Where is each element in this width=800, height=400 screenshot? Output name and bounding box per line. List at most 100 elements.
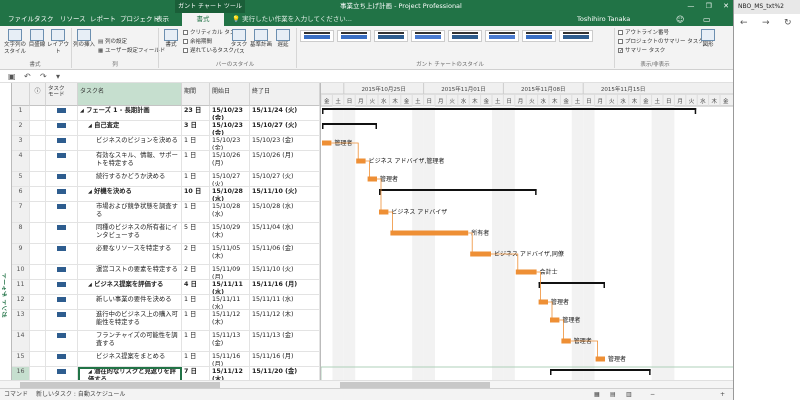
undo-icon[interactable]: ↶ bbox=[24, 70, 31, 83]
start-cell[interactable]: 15/11/09 (月) bbox=[210, 265, 250, 279]
gantt-view-icon[interactable]: ▦ bbox=[594, 389, 600, 400]
table-row[interactable]: 10 運営コストの要素を特定する 2 日 15/11/09 (月) 15/11/10 (… bbox=[12, 265, 320, 280]
duration-cell[interactable]: 1 日 bbox=[182, 352, 210, 366]
outline-number-checkbox[interactable]: アウトライン番号 bbox=[618, 29, 669, 37]
table-row[interactable]: 13 進行中のビジネス上の購入可能性を特定する 1 日 15/11/12 (木) 15/… bbox=[12, 310, 320, 331]
finish-cell[interactable]: 15/10/27 (火) bbox=[250, 121, 320, 135]
gantt-style-swatch[interactable] bbox=[448, 30, 482, 42]
finish-cell[interactable]: 15/11/06 (金) bbox=[250, 244, 320, 264]
finish-cell[interactable]: 15/11/10 (火) bbox=[250, 187, 320, 201]
layout-button[interactable]: レイアウト bbox=[46, 29, 70, 56]
insert-column-button[interactable]: 列の挿入 bbox=[73, 29, 95, 49]
table-row[interactable]: 11 ◢ ビジネス提案を評価する 4 日 15/11/11 (水) 15/11/16 (… bbox=[12, 280, 320, 295]
finish-cell[interactable]: 15/11/16 (月) bbox=[250, 352, 320, 366]
table-row[interactable]: 9 必要なリソースを特定する 2 日 15/11/05 (木) 15/11/06 (金) bbox=[12, 244, 320, 265]
late-tasks-checkbox[interactable]: 遅れているタスク bbox=[183, 47, 234, 55]
task-name-cell[interactable]: 新しい事業の要件を決める bbox=[78, 295, 182, 309]
start-cell[interactable]: 15/11/16 (月) bbox=[210, 352, 250, 366]
gantt-style-swatch[interactable] bbox=[559, 30, 593, 42]
start-cell[interactable]: 15/11/05 (木) bbox=[210, 244, 250, 264]
table-row[interactable]: 3 ビジネスのビジョンを決める 1 日 15/10/23 (金) 15/10/23 (金… bbox=[12, 136, 320, 151]
duration-cell[interactable]: 1 日 bbox=[182, 331, 210, 351]
ribbon-options-icon[interactable]: ▭ bbox=[703, 13, 711, 26]
custom-fields-button[interactable]: ▦ ユーザー設定フィールド bbox=[98, 47, 165, 55]
start-cell[interactable]: 15/11/11 (水) bbox=[210, 295, 250, 309]
finish-cell[interactable]: 15/10/28 (水) bbox=[250, 202, 320, 222]
task-name-cell[interactable]: ◢ フェーズ 1 - 長期計画 bbox=[78, 106, 182, 120]
back-icon[interactable]: ← bbox=[740, 18, 748, 28]
finish-cell[interactable]: 15/11/04 (水) bbox=[250, 223, 320, 243]
finish-cell[interactable]: 15/11/13 (金) bbox=[250, 331, 320, 351]
redo-icon[interactable]: ↷ bbox=[40, 70, 47, 83]
task-name-cell[interactable]: 有効なスキル、情報、サポートを特定する bbox=[78, 151, 182, 171]
tell-me-box[interactable]: 💡 実行したい作業を入力してください... bbox=[232, 14, 352, 25]
task-mode-cell[interactable] bbox=[46, 202, 78, 222]
task-mode-cell[interactable] bbox=[46, 172, 78, 186]
slack-check[interactable] bbox=[183, 39, 188, 44]
browser-tab[interactable]: NBO_MS_txt%2 bbox=[734, 0, 800, 14]
task-mode-cell[interactable] bbox=[46, 367, 78, 380]
start-cell[interactable]: 15/11/13 (金) bbox=[210, 331, 250, 351]
task-name-cell[interactable]: 必要なリソースを特定する bbox=[78, 244, 182, 264]
start-cell[interactable]: 15/10/26 (月) bbox=[210, 151, 250, 171]
duration-cell[interactable]: 3 日 bbox=[182, 121, 210, 135]
finish-cell[interactable]: 15/11/16 (月) bbox=[250, 280, 320, 294]
duration-cell[interactable]: 1 日 bbox=[182, 202, 210, 222]
finish-cell[interactable]: 15/11/11 (水) bbox=[250, 295, 320, 309]
baseline-button[interactable]: 基準計画 bbox=[249, 29, 273, 49]
task-mode-cell[interactable] bbox=[46, 265, 78, 279]
duration-cell[interactable]: 23 日 bbox=[182, 106, 210, 120]
row-number[interactable]: 6 bbox=[12, 187, 30, 201]
finish-cell[interactable]: 15/11/12 (木) bbox=[250, 310, 320, 330]
task-name-cell[interactable]: 市場および競争状態を調査する bbox=[78, 202, 182, 222]
task-name-cell[interactable]: ◢ 潜在的なリスクと見返りを評価する bbox=[78, 367, 182, 380]
duration-cell[interactable]: 1 日 bbox=[182, 295, 210, 309]
gantt-style-swatch[interactable] bbox=[374, 30, 408, 42]
table-row[interactable]: 7 市場および競争状態を調査する 1 日 15/10/28 (水) 15/10/28 (… bbox=[12, 202, 320, 223]
task-name-cell[interactable]: 続行するかどうか決める bbox=[78, 172, 182, 186]
task-name-cell[interactable]: フランチャイズの可能性を調査する bbox=[78, 331, 182, 351]
row-number[interactable]: 16 bbox=[12, 367, 30, 380]
task-mode-cell[interactable] bbox=[46, 331, 78, 351]
duration-cell[interactable]: 2 日 bbox=[182, 265, 210, 279]
row-number[interactable]: 15 bbox=[12, 352, 30, 366]
gantt-tools-tab[interactable]: ガント チャート ツール bbox=[175, 0, 245, 13]
task-name-cell[interactable]: ビジネス提案をまとめる bbox=[78, 352, 182, 366]
task-name-cell[interactable]: 運営コストの要素を特定する bbox=[78, 265, 182, 279]
start-cell[interactable]: 15/10/27 (火) bbox=[210, 172, 250, 186]
header-finish[interactable]: 終了日 bbox=[250, 83, 320, 106]
task-mode-cell[interactable] bbox=[46, 187, 78, 201]
tab-resource[interactable]: リソース bbox=[56, 13, 90, 26]
row-number[interactable]: 12 bbox=[12, 295, 30, 309]
row-number[interactable]: 14 bbox=[12, 331, 30, 351]
table-row[interactable]: 5 続行するかどうか決める 1 日 15/10/27 (火) 15/10/27 (火) bbox=[12, 172, 320, 187]
row-number[interactable]: 1 bbox=[12, 106, 30, 120]
gantt-style-swatch[interactable] bbox=[337, 30, 371, 42]
collapse-icon[interactable]: ◢ bbox=[88, 369, 92, 375]
row-number[interactable]: 11 bbox=[12, 280, 30, 294]
user-name[interactable]: Toshihiro Tanaka bbox=[577, 13, 630, 26]
task-mode-cell[interactable] bbox=[46, 106, 78, 120]
critical-tasks-check[interactable] bbox=[183, 30, 188, 35]
gantt-style-gallery[interactable] bbox=[300, 28, 605, 58]
gantt-chart[interactable]: 金土日月火水木金土日月火水木金土日月火水木金土日月火水木金土日月火水木金 2015… bbox=[320, 83, 733, 380]
task-mode-cell[interactable] bbox=[46, 310, 78, 330]
duration-cell[interactable]: 1 日 bbox=[182, 310, 210, 330]
task-mode-cell[interactable] bbox=[46, 136, 78, 150]
finish-cell[interactable]: 15/10/27 (火) bbox=[250, 172, 320, 186]
table-row[interactable]: 12 新しい事業の要件を決める 1 日 15/11/11 (水) 15/11/11 (水… bbox=[12, 295, 320, 310]
table-row[interactable]: 6 ◢ 好機を決める 10 日 15/10/28 (水) 15/11/10 (火) bbox=[12, 187, 320, 202]
header-start[interactable]: 開始日 bbox=[210, 83, 250, 106]
start-cell[interactable]: 15/11/12 (木) bbox=[210, 310, 250, 330]
finish-cell[interactable]: 15/11/20 (金) bbox=[250, 367, 320, 380]
project-summary-checkbox[interactable]: プロジェクトのサマリー タスク bbox=[618, 38, 704, 46]
row-number[interactable]: 2 bbox=[12, 121, 30, 135]
horizontal-scrollbar[interactable] bbox=[0, 380, 733, 388]
text-style-button[interactable]: 文字列の スタイル bbox=[3, 29, 27, 56]
dropdown-icon[interactable]: ▾ bbox=[56, 70, 60, 83]
duration-cell[interactable]: 1 日 bbox=[182, 136, 210, 150]
header-task-name[interactable]: タスク名 bbox=[78, 83, 182, 106]
task-mode-cell[interactable] bbox=[46, 223, 78, 243]
task-name-cell[interactable]: ビジネスのビジョンを決める bbox=[78, 136, 182, 150]
tab-format[interactable]: 書式 bbox=[182, 13, 224, 26]
